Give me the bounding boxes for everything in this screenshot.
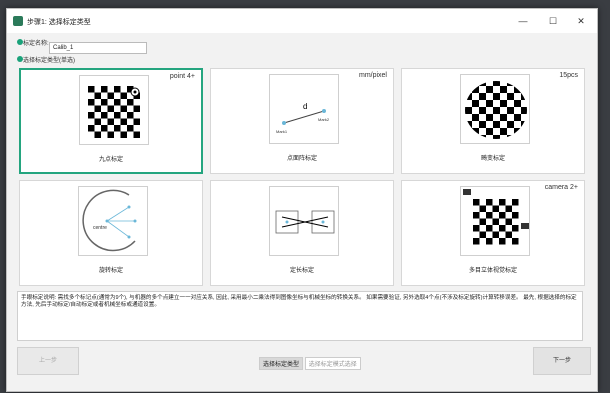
calibration-type-section-title: 选择标定类型(单选) [23, 58, 75, 64]
fixed-length-image [269, 186, 339, 256]
d-label: d [303, 102, 307, 111]
minimize-button[interactable]: — [515, 13, 531, 29]
step-indicator: 选择标定类型 选择标定模式选择 [259, 357, 361, 370]
centre-label: centre [93, 225, 107, 231]
card-label: 九点标定 [98, 157, 123, 163]
card-rotation[interactable]: centre 旋转标定 [19, 180, 203, 286]
distorted-checkerboard-icon [465, 81, 527, 139]
multi-camera-image [460, 186, 530, 256]
card-multi-camera[interactable]: camera 2+ 多目立体视觉标定 [401, 180, 585, 286]
title-bar: 步骤1: 选择标定类型 — ☐ ✕ [7, 9, 597, 33]
card-label: 定长标定 [289, 268, 314, 274]
mark1-label: Mark1 [276, 129, 288, 134]
cross-lines-icon [275, 210, 335, 234]
distortion-image [460, 74, 530, 144]
card-label: 旋转标定 [98, 268, 123, 274]
card-badge: mm/pixel [358, 72, 387, 79]
app-icon [13, 16, 23, 26]
card-label: 多目立体视觉标定 [468, 268, 517, 274]
distance-measure-icon: d Mark1 Mark2 [276, 102, 330, 134]
step-select-mode: 选择标定模式选择 [304, 357, 361, 370]
next-button[interactable]: 下一步 [533, 347, 591, 375]
name-label: 标定名称: [23, 41, 49, 47]
card-label: 点面阵标定 [286, 156, 317, 162]
step-select-type: 选择标定类型 [259, 357, 304, 370]
maximize-button[interactable]: ☐ [545, 13, 561, 29]
calibration-wizard-window: 步骤1: 选择标定类型 — ☐ ✕ 标定名称: Calib_1 选择标定类型(单… [6, 8, 598, 392]
close-button[interactable]: ✕ [573, 13, 589, 29]
card-badge: camera 2+ [544, 184, 578, 191]
point-matrix-image: d Mark1 Mark2 [269, 74, 339, 144]
card-nine-point[interactable]: point 4+ 九点标定 [19, 68, 203, 174]
camera-checkerboard-icon [463, 189, 529, 245]
card-label: 畸变标定 [480, 156, 505, 162]
rotation-image: centre [78, 186, 148, 256]
previous-button[interactable]: 上一步 [17, 347, 79, 375]
calibration-name-input[interactable]: Calib_1 [49, 42, 147, 54]
card-badge: point 4+ [169, 73, 195, 80]
calibration-type-grid: point 4+ 九点标定 d Mark1 Mark2 mm/pixel 点面阵… [19, 68, 585, 286]
window-title: 步骤1: 选择标定类型 [27, 19, 91, 26]
rotation-arc-icon: centre [82, 189, 137, 252]
card-distortion[interactable]: 15pcs 畸变标定 [401, 68, 585, 174]
description-text: 手眼标定说明: 需找多个标记点(通常为9个), 与机器的多个点建立一一对应关系,… [17, 291, 583, 341]
mark2-label: Mark2 [318, 117, 330, 122]
card-badge: 15pcs [559, 72, 578, 79]
nine-point-image [79, 75, 149, 145]
card-point-matrix[interactable]: d Mark1 Mark2 mm/pixel 点面阵标定 [210, 68, 394, 174]
checkerboard-icon [88, 86, 140, 138]
card-fixed-length[interactable]: 定长标定 [210, 180, 394, 286]
